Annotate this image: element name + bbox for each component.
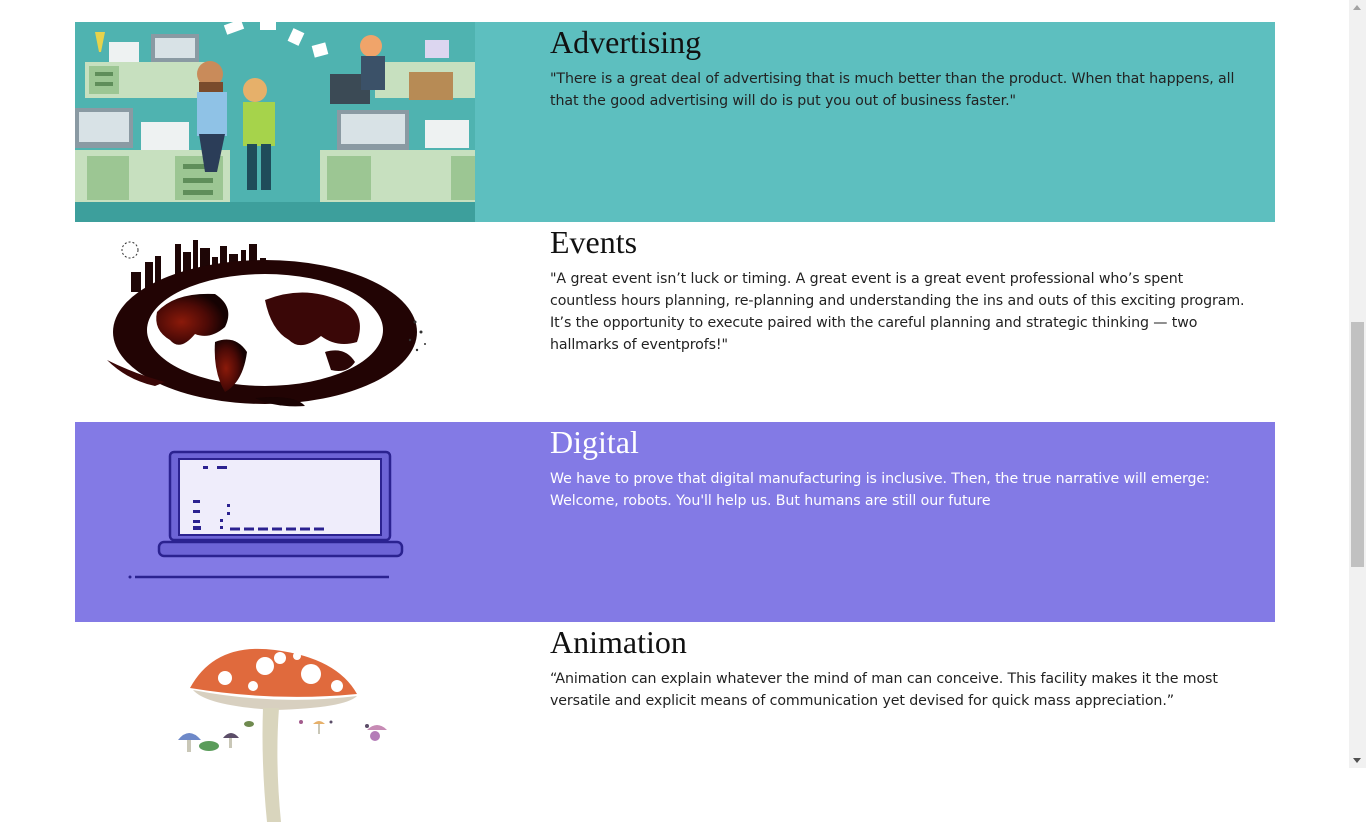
vertical-scrollbar[interactable] [1349,0,1366,768]
scrollbar-thumb[interactable] [1351,322,1364,567]
section-title: Advertising [550,24,702,60]
section-text: Advertising "There is a great deal of ad… [550,22,1250,112]
section-quote: "A great event isn’t luck or timing. A g… [550,271,1245,353]
city-globe-illustration [75,222,475,422]
section-text: Events "A great event isn’t luck or timi… [550,222,1250,356]
section-animation: Animation “Animation can explain whateve… [75,622,1275,822]
section-title: Digital [550,424,639,460]
section-quote: “Animation can explain whatever the mind… [550,671,1218,709]
section-title: Events [550,224,638,260]
section-digital: Digital We have to prove that digital ma… [75,422,1275,622]
services-list: Advertising "There is a great deal of ad… [75,22,1275,822]
section-advertising: Advertising "There is a great deal of ad… [75,22,1275,222]
section-events: Events "A great event isn’t luck or timi… [75,222,1275,422]
scroll-down-icon[interactable] [1353,758,1361,763]
section-title: Animation [550,624,687,660]
section-text: Animation “Animation can explain whateve… [550,622,1250,712]
office-workers-illustration [75,22,475,222]
section-text: Digital We have to prove that digital ma… [550,422,1250,512]
scroll-up-icon[interactable] [1353,5,1361,10]
section-quote: We have to prove that digital manufactur… [550,471,1210,509]
mushroom-illustration [75,622,475,822]
section-quote: "There is a great deal of advertising th… [550,71,1235,109]
laptop-illustration [75,422,475,622]
